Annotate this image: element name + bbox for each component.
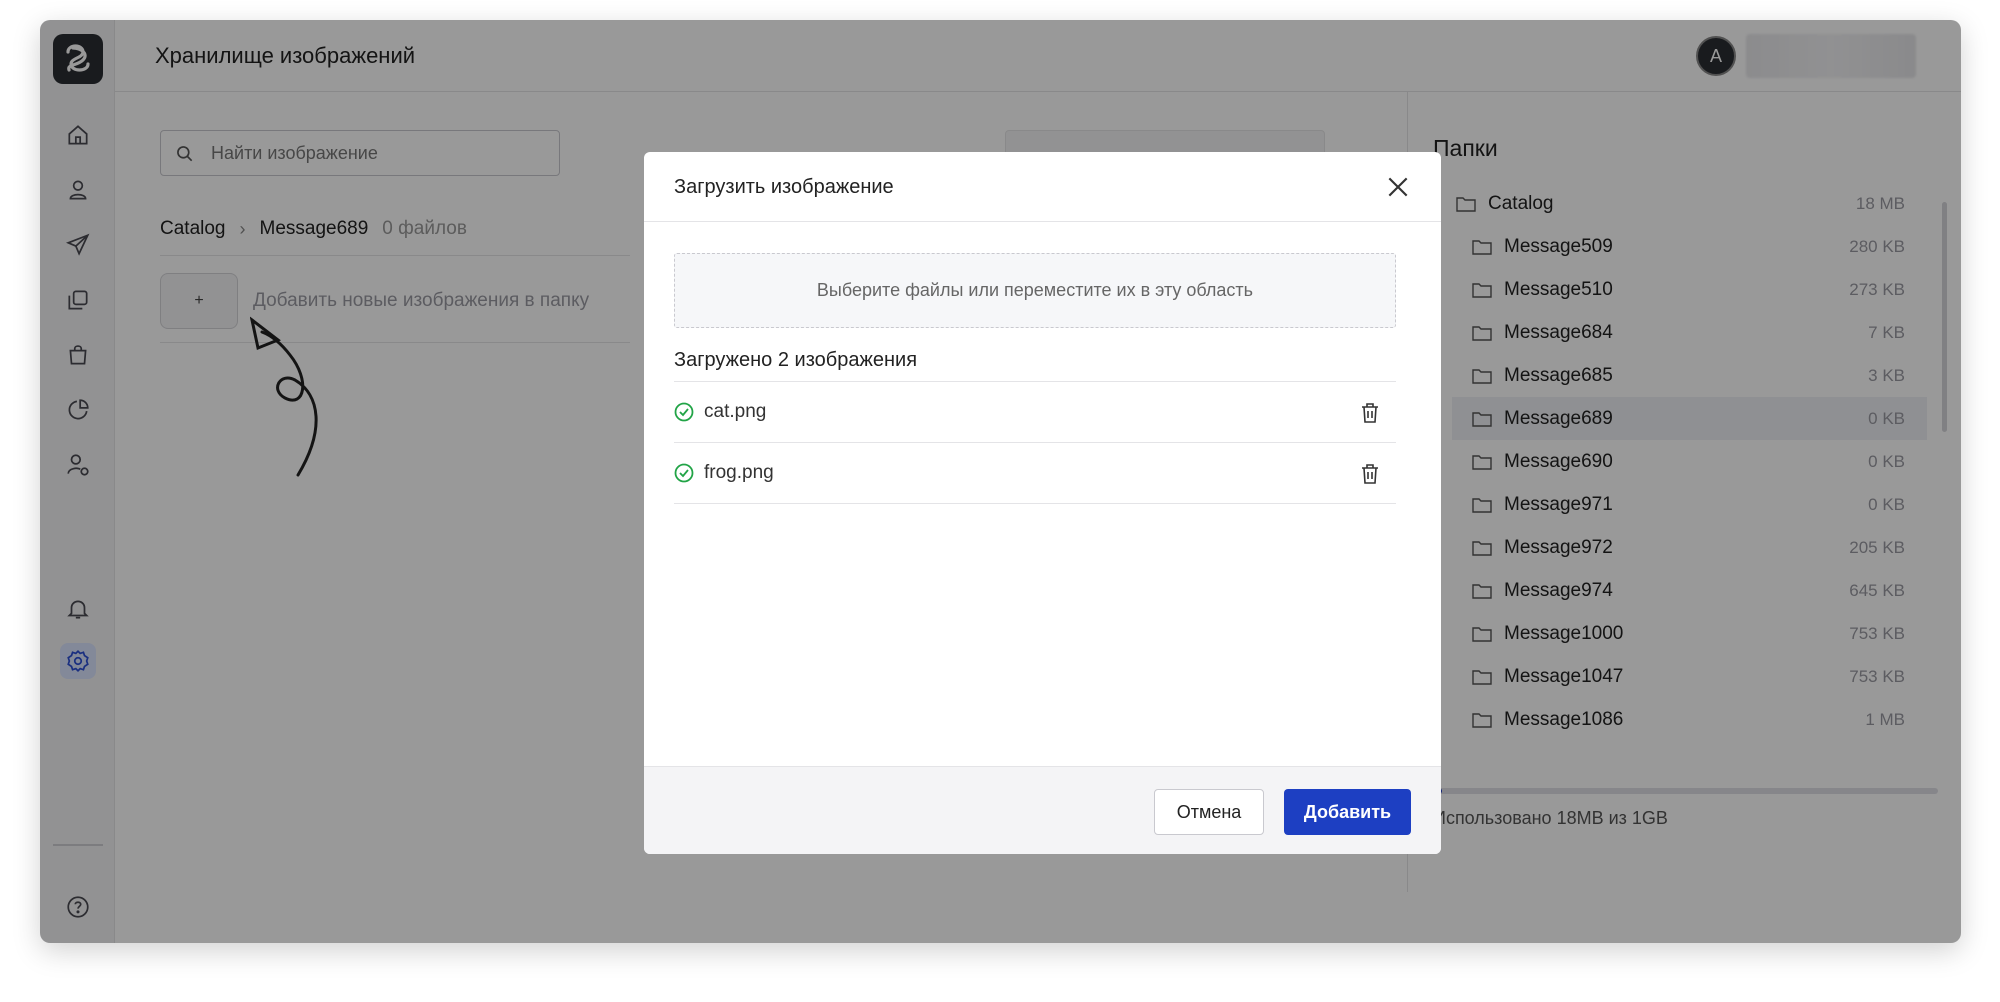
trash-icon[interactable] (1360, 463, 1380, 485)
close-icon[interactable] (1385, 174, 1411, 200)
uploaded-count-title: Загружено 2 изображения (674, 349, 918, 371)
check-circle-icon (674, 463, 694, 483)
check-circle-icon (674, 402, 694, 422)
modal-header: Загрузить изображение (644, 152, 1441, 222)
uploaded-file-list: cat.png frog.png (674, 381, 1396, 504)
modal-title: Загрузить изображение (674, 176, 894, 198)
modal-footer: Отмена Добавить (644, 766, 1441, 854)
file-name: frog.png (704, 462, 774, 483)
cancel-button[interactable]: Отмена (1154, 789, 1264, 835)
upload-modal: Загрузить изображение Выберите файлы или… (644, 152, 1441, 854)
file-dropzone[interactable]: Выберите файлы или переместите их в эту … (674, 253, 1396, 328)
uploaded-file-row: frog.png (674, 443, 1396, 504)
app-window: Хранилище изображений A Catalog › Messag… (40, 20, 1961, 943)
trash-icon[interactable] (1360, 402, 1380, 424)
uploaded-file-row: cat.png (674, 382, 1396, 443)
add-button[interactable]: Добавить (1284, 789, 1411, 835)
file-name: cat.png (704, 401, 767, 422)
